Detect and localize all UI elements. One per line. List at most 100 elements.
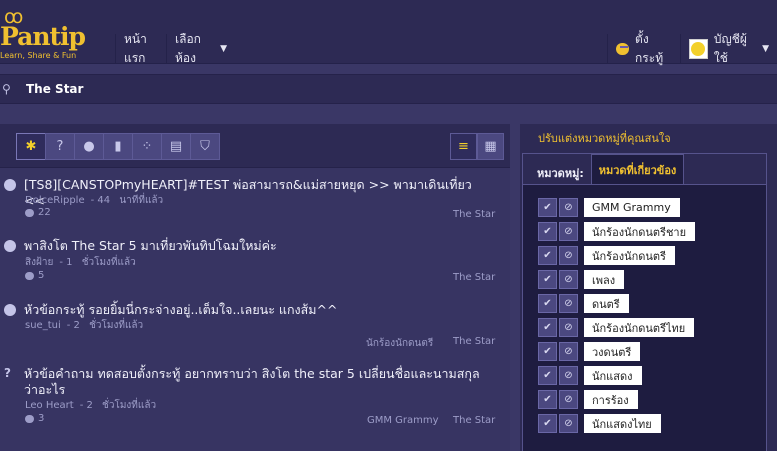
category-label[interactable]: นักร้องนักดนตรีชาย (584, 222, 696, 241)
new-topic-icon (616, 43, 630, 55)
nav-home-link[interactable]: หน้าแรก (115, 32, 165, 65)
follow-check-icon[interactable]: ✔ (538, 390, 557, 409)
customize-categories-link[interactable]: ปรับแต่งหมวดหมู่ที่คุณสนใจ (538, 129, 671, 147)
follow-check-icon[interactable]: ✔ (538, 222, 557, 241)
category-label[interactable]: ดนตรี (584, 294, 629, 313)
follow-check-icon[interactable]: ✔ (538, 198, 557, 217)
chat-icon: ● (83, 139, 95, 154)
nav-forums-label: เลือกห้อง (175, 32, 201, 65)
category-row: ✔ ⊘ นักแสดงไทย (538, 414, 661, 433)
filter-news-button[interactable]: ▤ (161, 133, 191, 160)
poll-icon: ▮ (114, 139, 122, 154)
category-row: ✔ ⊘ นักแสดง (538, 366, 642, 385)
category-row: ✔ ⊘ นักร้องนักดนตรี (538, 246, 675, 265)
topic-comments: 22 (25, 207, 51, 218)
follow-check-icon[interactable]: ✔ (538, 414, 557, 433)
grid-view-icon: ▦ (484, 139, 497, 154)
block-icon[interactable]: ⊘ (559, 366, 578, 385)
category-row: ✔ ⊘ นักร้องนักดนตรีไทย (538, 318, 695, 337)
topic-tag[interactable]: นักร้องนักดนตรี (366, 336, 433, 351)
category-row: ✔ ⊘ วงดนตรี (538, 342, 641, 361)
block-icon[interactable]: ⊘ (559, 198, 578, 217)
tab-related-categories[interactable]: หมวดที่เกี่ยวข้อง (591, 154, 684, 184)
topic-author[interactable]: สิงฝ้าย (25, 257, 53, 268)
topic-author[interactable]: sue_tui (25, 320, 61, 331)
chevron-down-icon: ▼ (762, 44, 769, 54)
follow-check-icon[interactable]: ✔ (538, 366, 557, 385)
topic-item[interactable]: หัวข้อกระทู้ รอยยิ้มนี่กระจ่างอยู่..เต็ม… (0, 302, 510, 351)
topic-item[interactable]: ? หัวข้อคำถาม ทดสอบตั้งกระทู้ อยากทราบว่… (0, 366, 510, 434)
topic-title[interactable]: พาสิงโต The Star 5 มาเที่ยวพันทิปโฉมใหม่… (24, 238, 494, 254)
topic-title[interactable]: หัวข้อกระทู้ รอยยิ้มนี่กระจ่างอยู่..เต็ม… (24, 302, 494, 318)
block-icon[interactable]: ⊘ (559, 222, 578, 241)
comment-bubble-icon (25, 414, 34, 423)
category-label[interactable]: วงดนตรี (584, 342, 641, 361)
question-topic-icon: ? (4, 366, 11, 380)
star-icon: ✱ (25, 139, 37, 154)
block-icon[interactable]: ⊘ (559, 294, 578, 313)
block-icon[interactable]: ⊘ (559, 318, 578, 337)
chat-topic-icon (4, 304, 16, 316)
topic-author[interactable]: DolceRipple (25, 195, 85, 206)
avatar-icon (689, 39, 708, 59)
top-navigation-bar: ꝏ Pantip Learn, Share & Fun หน้าแรก เลือ… (0, 0, 777, 65)
topic-author[interactable]: Leo Heart (25, 400, 74, 411)
new-topic-label: ตั้งกระทู้ (635, 32, 664, 65)
topic-tag[interactable]: The Star (453, 209, 495, 220)
category-label[interactable]: นักร้องนักดนตรี (584, 246, 675, 265)
topic-tag[interactable]: GMM Grammy (367, 415, 439, 426)
category-label[interactable]: นักร้องนักดนตรีไทย (584, 318, 695, 337)
category-label[interactable]: การร้อง (584, 390, 638, 409)
block-icon[interactable]: ⊘ (559, 270, 578, 289)
account-label: บัญชีผู้ใช้ (713, 32, 747, 65)
topic-tag[interactable]: The Star (453, 336, 495, 347)
follow-check-icon[interactable]: ✔ (538, 318, 557, 337)
category-list: ✔ ⊘ GMM Grammy ✔ ⊘ นักร้องนักดนตรีชาย ✔ … (523, 184, 766, 451)
tag-page-title: The Star (26, 82, 84, 96)
topic-time-count: 44 (97, 195, 111, 206)
topic-time-count: 2 (73, 320, 80, 331)
category-row: ✔ ⊘ ดนตรี (538, 294, 629, 313)
filter-chat-button[interactable]: ● (74, 133, 104, 160)
filter-question-button[interactable]: ? (45, 133, 75, 160)
follow-check-icon[interactable]: ✔ (538, 246, 557, 265)
category-row: ✔ ⊘ เพลง (538, 270, 625, 289)
topic-title[interactable]: หัวข้อคำถาม ทดสอบตั้งกระทู้ อยากทราบว่า … (24, 366, 494, 398)
filter-shop-button[interactable]: ⛉ (190, 133, 220, 160)
new-topic-button[interactable]: ตั้งกระทู้ (607, 32, 677, 65)
block-icon[interactable]: ⊘ (559, 342, 578, 361)
topic-item[interactable]: [TS8][CANSTOPmyHEART]#TEST พ่อสามารถ&แม่… (0, 177, 510, 225)
category-row: ✔ ⊘ นักร้องนักดนตรีชาย (538, 222, 696, 241)
category-label[interactable]: เพลง (584, 270, 625, 289)
location-pin-icon: ⚲ (2, 82, 11, 96)
follow-check-icon[interactable]: ✔ (538, 342, 557, 361)
category-label[interactable]: นักแสดง (584, 366, 642, 385)
pantip-logo[interactable]: ꝏ Pantip Learn, Share & Fun (0, 6, 104, 60)
block-icon[interactable]: ⊘ (559, 414, 578, 433)
filter-all-button[interactable]: ✱ (16, 133, 46, 160)
topic-tag[interactable]: The Star (453, 272, 495, 283)
topic-tag[interactable]: The Star (453, 415, 495, 426)
list-view-button[interactable]: ≡ (450, 133, 477, 160)
comment-count: 3 (38, 413, 45, 424)
topic-filter-toolbar: ✱ ? ● ▮ ⁘ ▤ ⛉ ≡ ▦ (0, 124, 510, 168)
logo-tagline: Learn, Share & Fun (0, 51, 77, 60)
question-icon: ? (56, 139, 64, 154)
category-label[interactable]: GMM Grammy (584, 198, 680, 217)
category-label[interactable]: นักแสดงไทย (584, 414, 661, 433)
topic-item[interactable]: พาสิงโต The Star 5 มาเที่ยวพันทิปโฉมใหม่… (0, 238, 510, 288)
follow-check-icon[interactable]: ✔ (538, 270, 557, 289)
topic-time-unit: ชั่วโมงที่แล้ว (81, 257, 136, 268)
grid-view-button[interactable]: ▦ (477, 133, 504, 160)
topic-list-panel: ✱ ? ● ▮ ⁘ ▤ ⛉ ≡ ▦ [TS8][CANSTOPmyHEART]#… (0, 124, 510, 451)
account-menu[interactable]: บัญชีผู้ใช้ ▼ (680, 32, 777, 65)
filter-poll-button[interactable]: ▮ (103, 133, 133, 160)
nav-forums-dropdown[interactable]: เลือกห้อง ▼ (166, 32, 235, 65)
tab-category-label: หมวดหมู่: (537, 167, 584, 180)
topic-time-unit: นาทีที่แล้ว (119, 195, 164, 206)
follow-check-icon[interactable]: ✔ (538, 294, 557, 313)
topic-meta: Leo Heart - 2 ชั่วโมงที่แล้ว (25, 400, 157, 411)
block-icon[interactable]: ⊘ (559, 390, 578, 409)
filter-review-button[interactable]: ⁘ (132, 133, 162, 160)
block-icon[interactable]: ⊘ (559, 246, 578, 265)
